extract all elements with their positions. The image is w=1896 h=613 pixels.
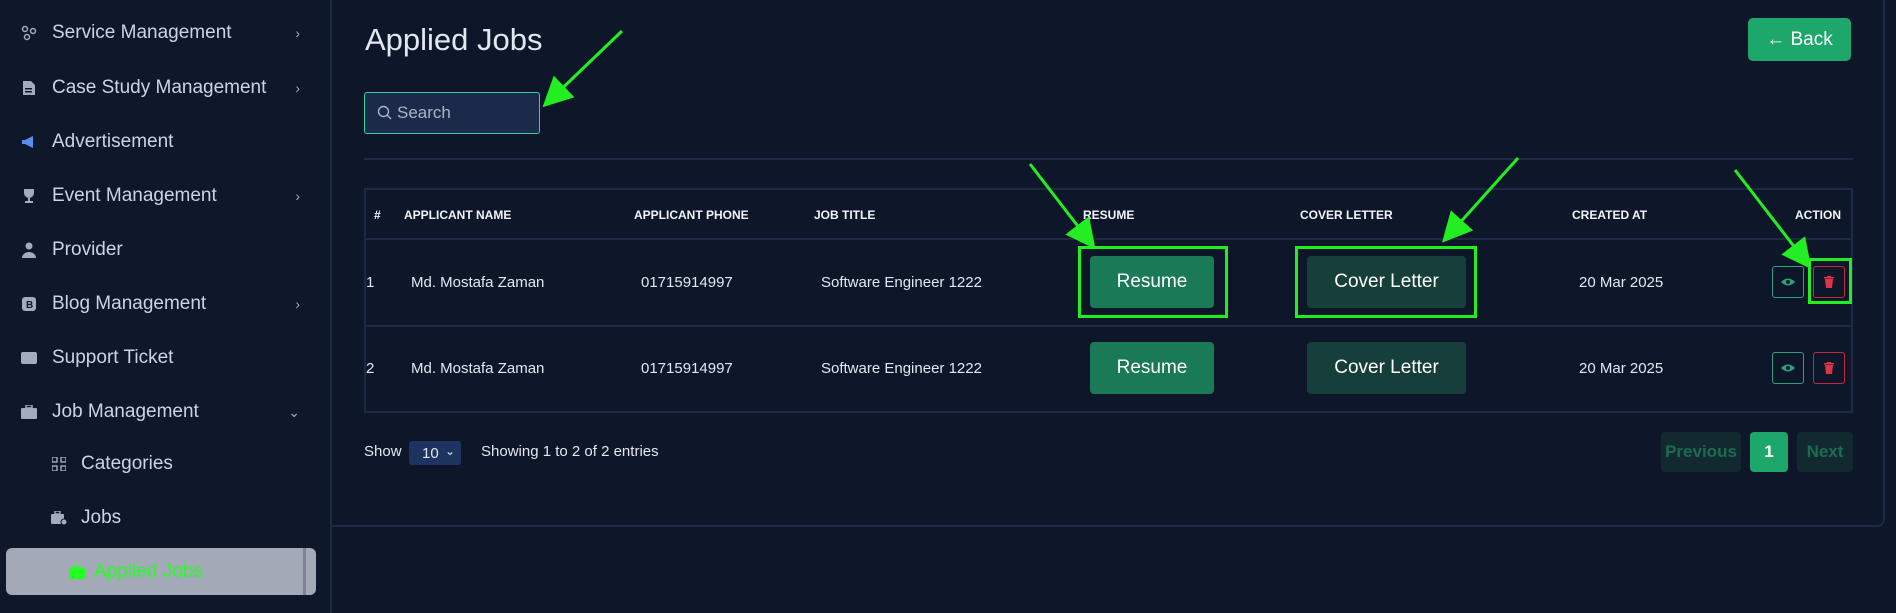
divider — [364, 158, 1853, 160]
chevron-right-icon: › — [295, 296, 300, 312]
header-resume: RESUME — [1083, 208, 1135, 222]
sidebar-item-support-ticket[interactable]: Support Ticket — [0, 338, 320, 378]
resume-button[interactable]: Resume — [1090, 342, 1214, 394]
sidebar-item-label: Provider — [52, 239, 123, 260]
cell-applicant-name: Md. Mostafa Zaman — [411, 274, 545, 291]
cell-index: 1 — [366, 274, 375, 291]
sidebar-subitem-applied-jobs[interactable]: Applied Jobs — [6, 548, 316, 595]
cell-applicant-name: Md. Mostafa Zaman — [411, 360, 545, 377]
sidebar-item-label: Event Management — [52, 185, 217, 206]
sidebar-item-label: Jobs — [81, 507, 122, 528]
sidebar-item-label: Case Study Management — [52, 77, 267, 98]
cell-index: 2 — [366, 360, 375, 377]
sidebar-item-label: Support Ticket — [52, 347, 174, 368]
sidebar-subitem-categories[interactable]: Categories — [0, 444, 320, 484]
header-applicant-phone: APPLICANT PHONE — [634, 208, 749, 222]
svg-text:B: B — [26, 300, 33, 311]
header-created-at: CREATED AT — [1572, 208, 1648, 222]
search-icon — [377, 105, 393, 121]
chevron-down-icon: ⌄ — [444, 444, 455, 458]
user-tie-icon — [20, 241, 38, 259]
sidebar-item-blog-management[interactable]: B Blog Management › — [0, 284, 320, 324]
grid-icon — [50, 455, 68, 473]
trash-icon — [1824, 362, 1834, 374]
cell-applicant-phone: 01715914997 — [641, 274, 733, 291]
cell-job-title: Software Engineer 1222 — [821, 274, 982, 291]
nodes-icon — [20, 24, 38, 42]
view-button[interactable] — [1772, 352, 1804, 384]
cover-letter-button[interactable]: Cover Letter — [1307, 342, 1466, 394]
briefcase-gear-icon — [50, 509, 68, 527]
briefcase-icon — [20, 403, 38, 421]
entries-info: Showing 1 to 2 of 2 entries — [481, 443, 659, 460]
sidebar-item-label: Applied Jobs — [94, 560, 203, 582]
next-page-button[interactable]: Next — [1797, 432, 1853, 472]
page-size-value: 10 — [422, 444, 439, 462]
sidebar-item-event-management[interactable]: Event Management › — [0, 176, 320, 216]
row-divider — [364, 325, 1853, 327]
cell-job-title: Software Engineer 1222 — [821, 360, 982, 377]
delete-button[interactable] — [1813, 352, 1845, 384]
page-size-select[interactable]: 10 ⌄ — [409, 441, 461, 465]
sidebar-item-label: Blog Management — [52, 293, 207, 314]
previous-page-button[interactable]: Previous — [1661, 432, 1741, 472]
highlight-box-cover-letter — [1295, 246, 1477, 318]
sidebar-item-label: Categories — [81, 453, 173, 474]
sidebar-item-job-management[interactable]: Job Management ⌄ — [0, 392, 320, 432]
highlight-box-delete — [1808, 258, 1852, 304]
sidebar-item-label: Advertisement — [52, 131, 174, 152]
cell-created-at: 20 Mar 2025 — [1579, 360, 1664, 377]
active-indicator — [303, 548, 306, 595]
chevron-right-icon: › — [295, 80, 300, 96]
cell-created-at: 20 Mar 2025 — [1579, 274, 1664, 291]
show-label: Show — [364, 443, 402, 460]
trophy-icon — [20, 187, 38, 205]
chevron-right-icon: › — [295, 188, 300, 204]
chevron-right-icon: › — [295, 25, 300, 41]
eye-icon — [1781, 364, 1795, 372]
briefcase-icon — [68, 563, 86, 581]
sidebar-item-provider[interactable]: Provider — [0, 230, 320, 270]
sidebar-item-advertisement[interactable]: Advertisement — [0, 122, 320, 162]
back-button[interactable]: ← Back — [1748, 18, 1851, 61]
header-cover-letter: COVER LETTER — [1300, 208, 1393, 222]
ticket-icon — [20, 349, 38, 367]
sidebar: Service Management › Case Study Manageme… — [0, 0, 332, 613]
page-title: Applied Jobs — [365, 22, 543, 57]
page-1-button[interactable]: 1 — [1750, 432, 1788, 472]
sidebar-item-case-study-management[interactable]: Case Study Management › — [0, 68, 320, 108]
search-box — [364, 92, 540, 134]
sidebar-item-service-management[interactable]: Service Management › — [0, 13, 320, 53]
header-index: # — [374, 208, 381, 222]
chevron-down-icon: ⌄ — [288, 403, 300, 420]
sidebar-subitem-jobs[interactable]: Jobs — [0, 498, 320, 538]
blog-icon: B — [20, 295, 38, 313]
document-icon — [20, 79, 38, 97]
header-applicant-name: APPLICANT NAME — [404, 208, 512, 222]
eye-icon — [1781, 278, 1795, 286]
search-input[interactable] — [397, 93, 537, 133]
cell-applicant-phone: 01715914997 — [641, 360, 733, 377]
highlight-box-resume — [1078, 246, 1228, 318]
header-job-title: JOB TITLE — [814, 208, 876, 222]
sidebar-item-label: Job Management — [52, 401, 199, 422]
megaphone-icon — [20, 133, 38, 151]
header-action: ACTION — [1795, 208, 1841, 222]
sidebar-item-label: Service Management — [52, 22, 232, 43]
view-button[interactable] — [1772, 266, 1804, 298]
